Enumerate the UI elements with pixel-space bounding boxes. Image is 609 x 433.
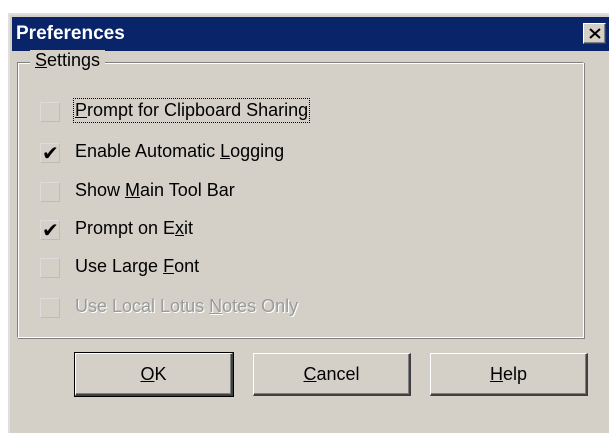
checkbox-box: ✔ xyxy=(40,298,60,318)
checkbox-box[interactable]: ✔ xyxy=(40,258,60,278)
checkbox-box[interactable]: ✔ xyxy=(40,218,60,242)
cancel-button[interactable]: Cancel xyxy=(253,353,411,396)
ok-button[interactable]: OK xyxy=(74,352,234,397)
checkmark-icon: ✔ xyxy=(42,218,59,242)
checkmark-icon: ✔ xyxy=(42,141,59,165)
checkbox-box[interactable]: ✔ xyxy=(40,141,60,165)
checkbox-label: Use Local Lotus Notes Only xyxy=(75,296,299,316)
settings-group-label: Settings xyxy=(30,50,106,71)
checkbox-label: Enable Automatic Logging xyxy=(75,141,285,161)
help-button[interactable]: Help xyxy=(430,353,588,396)
checkbox-label: Prompt on Exit xyxy=(75,218,194,238)
checkbox-label: Prompt for Clipboard Sharing xyxy=(72,98,311,123)
close-button[interactable] xyxy=(583,23,606,44)
window-title: Preferences xyxy=(16,23,125,44)
checkbox-box[interactable]: ✔ xyxy=(40,102,60,122)
title-bar[interactable]: Preferences xyxy=(12,17,609,51)
close-icon xyxy=(589,28,601,39)
checkbox-label: Show Main Tool Bar xyxy=(75,180,235,200)
checkbox-label: Use Large Font xyxy=(75,256,200,276)
checkbox-box[interactable]: ✔ xyxy=(40,182,60,202)
